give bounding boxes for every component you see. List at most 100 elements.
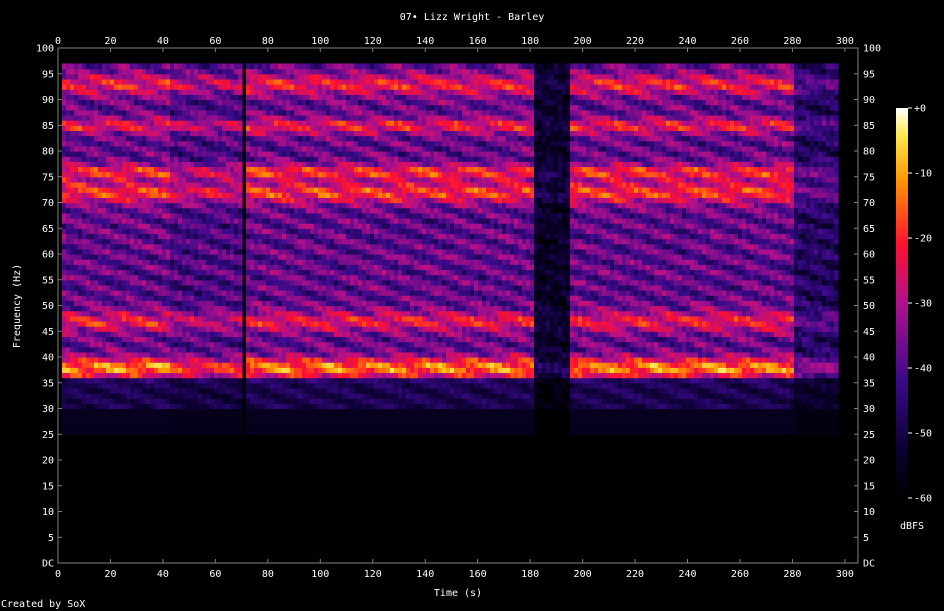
heat-cell bbox=[274, 192, 279, 198]
heat-cell bbox=[286, 284, 291, 291]
heat-cell bbox=[194, 351, 199, 358]
heat-cell bbox=[338, 259, 343, 265]
heat-cell bbox=[66, 305, 71, 312]
heat-cell bbox=[178, 403, 183, 410]
heat-cell bbox=[326, 207, 331, 214]
heat-cell bbox=[202, 403, 207, 410]
heat-cell bbox=[138, 145, 143, 152]
heat-cell bbox=[306, 372, 311, 379]
heat-cell bbox=[130, 326, 135, 332]
heat-cell bbox=[146, 429, 151, 435]
heat-cell bbox=[306, 377, 311, 384]
heat-cell bbox=[162, 315, 167, 322]
heat-cell bbox=[286, 125, 291, 131]
heat-cell bbox=[114, 387, 119, 394]
heat-cell bbox=[62, 393, 67, 399]
heat-cell bbox=[206, 372, 211, 379]
heat-cell bbox=[102, 89, 107, 95]
heat-cell bbox=[182, 429, 187, 435]
heat-cell bbox=[106, 413, 111, 420]
heat-cell bbox=[82, 274, 87, 281]
heat-cell bbox=[154, 320, 159, 327]
heat-cell bbox=[98, 68, 103, 75]
heat-cell bbox=[130, 84, 135, 90]
heat-cell bbox=[82, 413, 87, 420]
heat-cell bbox=[90, 290, 95, 296]
heat-cell bbox=[94, 269, 99, 276]
heat-cell bbox=[178, 305, 183, 312]
heat-cell bbox=[98, 94, 103, 101]
heat-cell bbox=[218, 151, 223, 157]
heat-cell bbox=[82, 326, 87, 332]
heat-cell bbox=[218, 408, 223, 415]
heat-cell bbox=[118, 310, 123, 317]
heat-cell bbox=[82, 336, 87, 343]
heat-cell bbox=[66, 377, 71, 384]
heat-cell bbox=[314, 269, 319, 276]
heat-cell bbox=[338, 248, 343, 255]
heat-cell bbox=[162, 429, 167, 435]
heat-cell bbox=[330, 233, 335, 240]
heat-cell bbox=[114, 192, 119, 198]
heat-cell bbox=[106, 114, 111, 121]
heat-cell bbox=[238, 346, 243, 353]
heat-cell bbox=[126, 357, 131, 363]
heat-cell bbox=[290, 151, 295, 157]
heat-cell bbox=[142, 398, 147, 404]
heat-cell bbox=[330, 248, 335, 255]
heat-cell bbox=[234, 78, 239, 85]
heat-cell bbox=[174, 346, 179, 353]
heat-cell bbox=[298, 89, 303, 95]
heat-cell bbox=[262, 254, 267, 260]
heat-cell bbox=[214, 161, 219, 168]
heat-cell bbox=[330, 377, 335, 384]
heat-cell bbox=[170, 207, 175, 214]
heat-cell bbox=[222, 207, 227, 214]
heat-cell bbox=[114, 315, 119, 322]
heat-cell bbox=[158, 84, 163, 90]
heat-cell bbox=[262, 212, 267, 219]
heat-cell bbox=[194, 114, 199, 121]
heat-cell bbox=[170, 259, 175, 265]
heat-cell bbox=[326, 351, 331, 358]
heat-cell bbox=[202, 156, 207, 162]
heat-cell bbox=[98, 372, 103, 379]
heat-cell bbox=[314, 382, 319, 389]
heat-cell bbox=[254, 310, 259, 317]
heat-cell bbox=[158, 320, 163, 327]
heat-cell bbox=[138, 413, 143, 420]
heat-cell bbox=[226, 372, 231, 379]
heat-cell bbox=[90, 223, 95, 229]
heat-cell bbox=[154, 274, 159, 281]
heat-cell bbox=[186, 279, 191, 286]
heat-cell bbox=[290, 362, 295, 368]
heat-cell bbox=[334, 248, 339, 255]
heat-cell bbox=[290, 357, 295, 363]
heat-cell bbox=[142, 187, 147, 193]
heat-cell bbox=[226, 176, 231, 183]
heat-cell bbox=[74, 300, 79, 307]
heat-cell bbox=[310, 372, 315, 379]
heat-cell bbox=[330, 243, 335, 250]
heat-cell bbox=[258, 264, 263, 271]
heat-cell bbox=[186, 377, 191, 384]
heat-cell bbox=[334, 377, 339, 384]
heat-cell bbox=[138, 68, 143, 75]
heat-cell bbox=[126, 290, 131, 296]
heat-cell bbox=[306, 212, 311, 219]
heat-cell bbox=[158, 387, 163, 394]
heat-cell bbox=[282, 429, 287, 435]
heat-cell bbox=[230, 99, 235, 106]
heat-cell bbox=[294, 104, 299, 111]
heat-cell bbox=[106, 377, 111, 384]
heat-cell bbox=[142, 243, 147, 250]
heat-cell bbox=[306, 151, 311, 157]
heat-cell bbox=[306, 382, 311, 389]
heat-cell bbox=[182, 398, 187, 404]
heat-cell bbox=[270, 233, 275, 240]
heat-cell bbox=[326, 300, 331, 307]
heat-cell bbox=[134, 145, 139, 152]
heat-cell bbox=[134, 279, 139, 286]
heat-cell bbox=[334, 125, 339, 131]
heat-cell bbox=[134, 166, 139, 173]
